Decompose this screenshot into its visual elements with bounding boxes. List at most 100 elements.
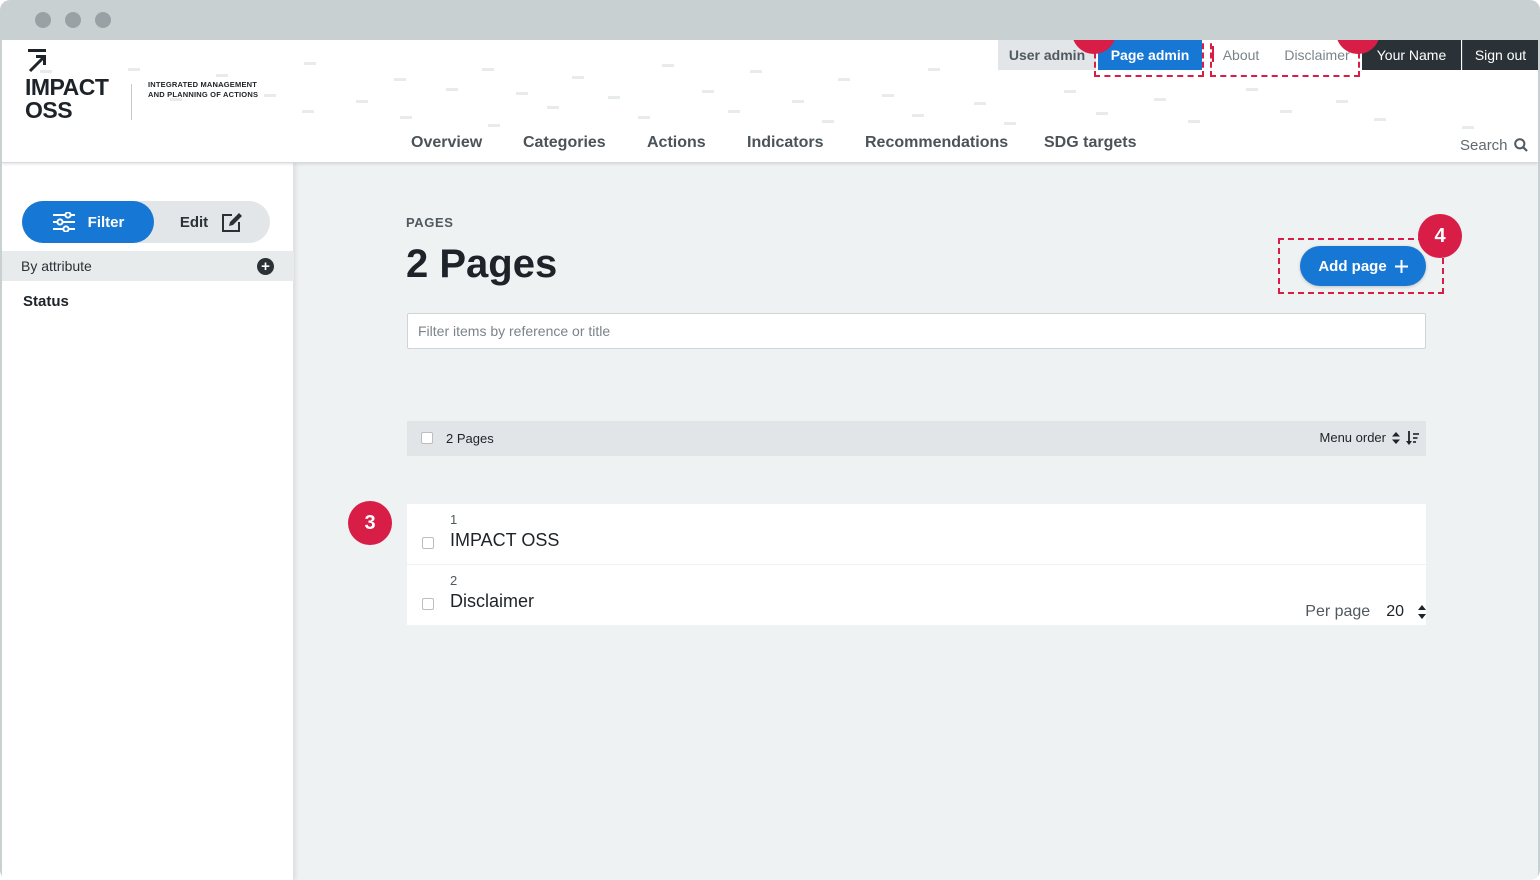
header-pattern-dash <box>547 106 559 109</box>
mainnav-overview[interactable]: Overview <box>411 134 482 156</box>
nav-your-name[interactable]: Your Name <box>1362 40 1461 70</box>
mainnav-recommendations[interactable]: Recommendations <box>865 134 1008 156</box>
header-pattern-dash <box>482 68 494 71</box>
mainnav-actions[interactable]: Actions <box>647 134 706 156</box>
annotation-box-4 <box>1278 238 1444 294</box>
header-pattern-dash <box>638 116 650 119</box>
per-page-select[interactable]: 20 <box>1386 603 1426 621</box>
logo-title-line1: IMPACT <box>25 74 109 100</box>
mainnav-indicators[interactable]: Indicators <box>747 134 823 156</box>
filter-items-input[interactable] <box>407 313 1426 349</box>
header-pattern-dash <box>728 110 740 113</box>
per-page-label: Per page <box>1305 603 1371 620</box>
header-pattern-dash <box>216 74 228 77</box>
header-pattern-dash <box>1096 112 1108 115</box>
status-option[interactable]: Status <box>23 293 69 310</box>
header-pattern-dash <box>1280 110 1292 113</box>
annotation-badge-3: 3 <box>348 501 392 545</box>
browser-window: IMPACT OSS INTEGRATED MANAGEMENT AND PLA… <box>0 0 1540 880</box>
logo-title[interactable]: IMPACT OSS <box>25 74 109 123</box>
sidebar: Filter Edit By attribute + Status <box>2 163 294 880</box>
logo-title-line2: OSS <box>25 97 73 123</box>
sort-control[interactable]: Menu order <box>1320 430 1420 445</box>
chevron-updown-icon <box>1418 605 1426 619</box>
header-pattern-dash <box>822 120 834 123</box>
edit-tab[interactable]: Edit <box>154 201 270 243</box>
header-pattern-dash <box>792 100 804 103</box>
annotation-box-2 <box>1210 40 1360 77</box>
window-maximize-dot[interactable] <box>95 12 111 28</box>
header-pattern-dash <box>912 114 924 117</box>
logo-subtitle: INTEGRATED MANAGEMENT AND PLANNING OF AC… <box>148 80 258 100</box>
list-header: 2 Pages Menu order <box>407 421 1426 456</box>
window-close-dot[interactable] <box>35 12 51 28</box>
header-pattern-dash <box>750 70 762 73</box>
logo-divider <box>131 84 132 120</box>
logo-subtitle-line1: INTEGRATED MANAGEMENT <box>148 80 258 89</box>
sort-order-icon[interactable] <box>1406 430 1420 445</box>
header-pattern-dash <box>1246 88 1258 91</box>
mainnav-sdg-targets[interactable]: SDG targets <box>1044 134 1136 156</box>
header-pattern-dash <box>1154 98 1166 101</box>
row-checkbox[interactable] <box>422 598 434 610</box>
search-label: Search <box>1460 136 1508 154</box>
list-item[interactable]: 1 IMPACT OSS <box>407 504 1426 564</box>
header-pattern-dash <box>516 92 528 95</box>
filter-tab[interactable]: Filter <box>22 201 154 243</box>
select-all-checkbox[interactable] <box>421 432 433 444</box>
row-reference: 1 <box>450 512 458 527</box>
header-pattern-dash <box>1188 120 1200 123</box>
section-label: PAGES <box>406 215 454 230</box>
header-pattern-dash <box>1336 100 1348 103</box>
row-title[interactable]: Disclaimer <box>450 591 534 612</box>
nav-sign-out[interactable]: Sign out <box>1462 40 1538 70</box>
row-checkbox[interactable] <box>422 537 434 549</box>
search-button[interactable]: Search <box>1460 134 1528 156</box>
mainnav-categories[interactable]: Categories <box>523 134 606 156</box>
edit-tab-label: Edit <box>179 213 209 231</box>
header-pattern-dash <box>882 94 894 97</box>
header-pattern-dash <box>1462 126 1474 129</box>
window-minimize-dot[interactable] <box>65 12 81 28</box>
header-pattern-dash <box>1374 118 1386 121</box>
header-pattern-dash <box>662 64 674 67</box>
per-page-value: 20 <box>1386 603 1404 620</box>
arrow-logo-icon <box>28 49 46 73</box>
by-attribute-header[interactable]: By attribute + <box>2 251 294 281</box>
header-pattern-dash <box>1004 122 1016 125</box>
sliders-icon <box>52 212 75 232</box>
header-pattern-dash <box>974 102 986 105</box>
sort-caret-icon[interactable] <box>1392 431 1400 444</box>
header-pattern-dash <box>572 76 584 79</box>
header-pattern-dash <box>400 116 412 119</box>
row-reference: 2 <box>450 573 458 588</box>
page-title: 2 Pages <box>406 242 558 286</box>
header-pattern-dash <box>302 110 314 113</box>
by-attribute-label: By attribute <box>21 258 92 274</box>
list-item[interactable]: 2 Disclaimer <box>407 565 1426 625</box>
header-pattern-dash <box>264 94 276 97</box>
add-circle-icon[interactable]: + <box>257 258 274 275</box>
edit-icon <box>222 213 243 232</box>
sort-label: Menu order <box>1319 430 1386 445</box>
list-header-count: 2 Pages <box>446 431 494 446</box>
filter-edit-toggle: Filter Edit <box>22 201 270 243</box>
header-pattern-dash <box>128 68 140 71</box>
header-pattern-dash <box>356 100 368 103</box>
header-pattern-dash <box>304 62 316 65</box>
header-pattern-dash <box>928 68 940 71</box>
header-pattern-dash <box>702 90 714 93</box>
header-pattern-dash <box>1064 90 1076 93</box>
app-viewport: IMPACT OSS INTEGRATED MANAGEMENT AND PLA… <box>2 40 1538 880</box>
per-page-control: Per page 20 <box>1305 603 1426 621</box>
search-icon <box>1513 138 1528 152</box>
annotation-badge-4: 4 <box>1418 214 1462 258</box>
header-pattern-dash <box>488 124 500 127</box>
filter-tab-label: Filter <box>87 213 125 231</box>
header-pattern-dash <box>608 96 620 99</box>
header-pattern-dash <box>446 88 458 91</box>
row-title[interactable]: IMPACT OSS <box>450 530 559 551</box>
header-pattern-dash <box>838 78 850 81</box>
logo-subtitle-line2: AND PLANNING OF ACTIONS <box>148 90 259 99</box>
header-pattern-dash <box>394 78 406 81</box>
